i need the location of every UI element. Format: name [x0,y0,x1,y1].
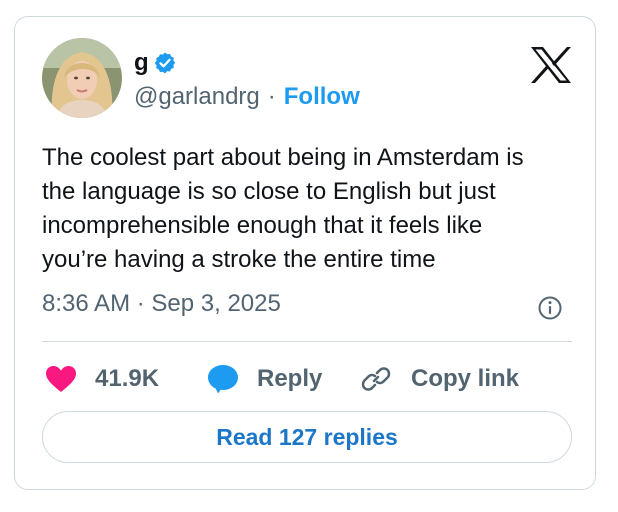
speech-bubble-icon [208,365,238,394]
divider [42,341,572,342]
author-handle-row: @garlandrg · Follow [134,81,360,113]
author-handle[interactable]: @garlandrg [134,83,260,111]
info-icon[interactable] [537,295,563,321]
heart-icon [46,366,76,392]
tweet-text: The coolest part about being in Amsterda… [42,144,524,273]
tweet-timestamp[interactable]: 8:36 AM · Sep 3, 2025 [42,290,281,318]
copy-link-button[interactable]: Copy link [361,361,519,397]
reply-button[interactable]: Reply [207,361,322,397]
reply-label: Reply [257,365,323,392]
tweet-card: g @garlandrg · Follow The coolest part a… [14,16,596,490]
verified-badge-icon [154,52,175,74]
separator-dot: · [267,83,276,110]
author-name-row: g [134,47,177,79]
copy-link-label: Copy link [411,365,520,392]
display-name[interactable]: g [134,49,149,77]
link-icon [361,367,391,391]
avatar[interactable] [42,38,122,118]
read-replies-button[interactable]: Read 127 replies [42,411,572,463]
avatar-image [42,38,122,118]
x-logo-icon[interactable] [529,45,573,85]
follow-button[interactable]: Follow [284,83,360,111]
like-count: 41.9K [95,365,160,392]
like-button[interactable]: 41.9K [45,361,159,397]
